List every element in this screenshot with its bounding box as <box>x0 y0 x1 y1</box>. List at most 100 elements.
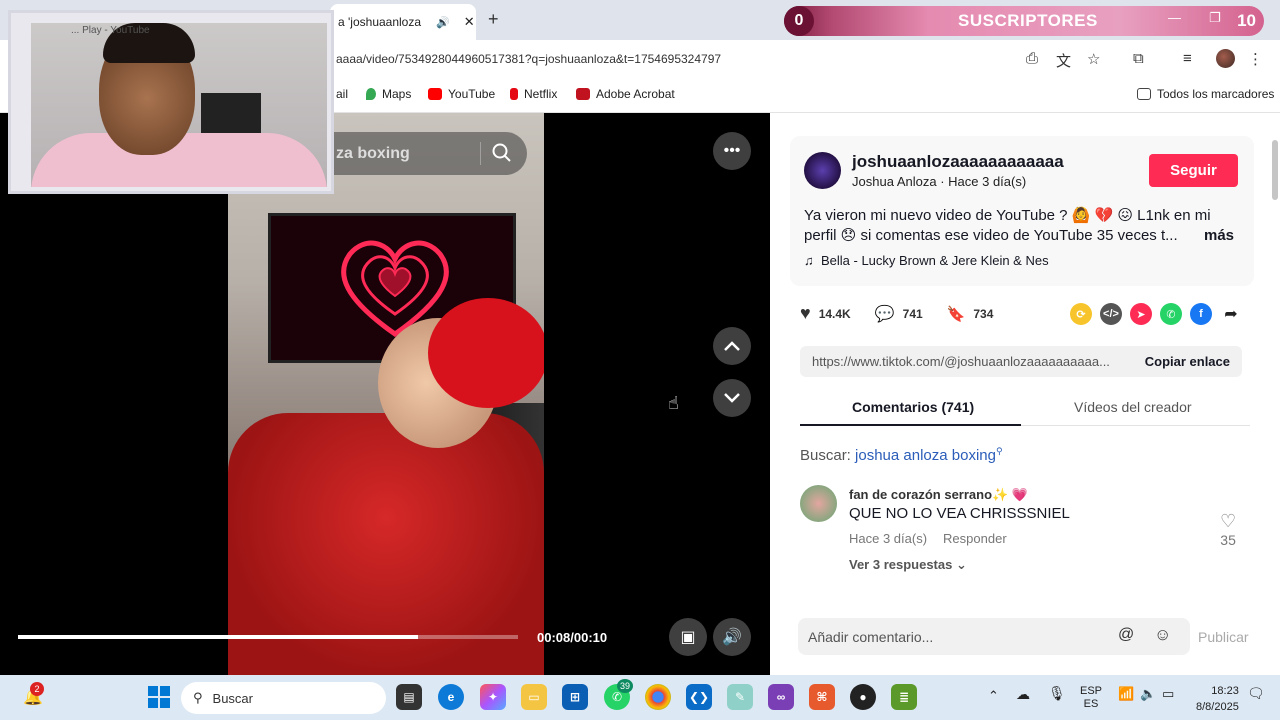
tools-icon[interactable]: ✎ <box>727 684 753 710</box>
language-indicator[interactable]: ESP ES <box>1080 685 1102 711</box>
reply-button[interactable]: Responder <box>943 531 1007 546</box>
minimize-icon[interactable]: — <box>1168 10 1181 25</box>
next-video-chevron-down-icon[interactable] <box>713 379 751 417</box>
tab-creator-videos[interactable]: Vídeos del creador <box>1074 399 1192 415</box>
picture-in-picture-icon[interactable]: ▣ <box>669 618 707 656</box>
music-info[interactable]: ♫ Bella - Lucky Brown & Jere Klein & Nes <box>804 253 1049 268</box>
windows-taskbar: 🔔 2 ⚲ Buscar ▤ e ✦ ▭ ⊞ ✆ 39 ❮❯ ✎ ∞ ⌘ ● ≣… <box>0 675 1280 720</box>
maps-icon <box>366 88 376 100</box>
suggested-search: Buscar: joshua anloza boxing⚲ <box>800 446 1003 464</box>
tab-comments[interactable]: Comentarios (741) <box>852 399 974 415</box>
whatsapp-icon[interactable]: ✆ <box>1160 303 1182 325</box>
mention-icon[interactable]: @ <box>1118 626 1134 644</box>
extensions-icon[interactable]: ⧉ <box>1133 50 1144 67</box>
comment-like[interactable]: ♡ 35 <box>1220 511 1236 548</box>
windows-start-icon[interactable] <box>146 684 172 710</box>
embed-icon[interactable]: </> <box>1100 303 1122 325</box>
install-icon[interactable]: ⎙ <box>1026 50 1038 67</box>
bookmark-label: Adobe Acrobat <box>596 87 675 101</box>
facebook-icon[interactable]: f <box>1190 303 1212 325</box>
translate-icon[interactable]: 文 <box>1056 50 1071 71</box>
save-action[interactable]: 🔖 734 <box>947 305 994 323</box>
commenter-avatar[interactable] <box>800 485 837 522</box>
bookmark-gmail[interactable]: ail <box>336 87 348 101</box>
search-icon: ⚲ <box>193 690 203 705</box>
volume-icon[interactable]: 🔊 <box>713 618 751 656</box>
speaker-icon[interactable]: 🔈 <box>1140 687 1156 700</box>
subscriber-counter-overlay: 0 SUSCRIPTORES 10 <box>784 6 1264 36</box>
bookmark-maps[interactable]: Maps <box>366 87 411 101</box>
share-link-url[interactable]: https://www.tiktok.com/@joshuaanlozaaaaa… <box>812 354 1117 369</box>
store-icon[interactable]: ⊞ <box>562 684 588 710</box>
active-tab-underline <box>800 424 1021 426</box>
speaker-icon[interactable]: 🔊 <box>436 16 450 29</box>
creator-username[interactable]: joshuaanloza​aaaaaaaaaaa <box>852 152 1064 172</box>
comment-input[interactable]: Añadir comentario... @ ☺ <box>798 618 1190 655</box>
copy-link-button[interactable]: Copiar enlace <box>1145 354 1230 369</box>
profile-avatar[interactable] <box>1216 49 1235 68</box>
all-bookmarks[interactable]: Todos los marcadores <box>1137 87 1274 101</box>
share-arrow-icon[interactable]: ➦ <box>1220 303 1242 325</box>
wifi-icon[interactable]: 📶 <box>1118 687 1134 700</box>
video-player[interactable]: za boxing ••• ☝ 00:08/00:10 ▣ 🔊 <box>0 113 770 675</box>
restore-icon[interactable]: ❐ <box>1209 10 1221 26</box>
bookmark-youtube[interactable]: YouTube <box>428 87 495 101</box>
notifications-icon[interactable]: 🗨 <box>1247 686 1265 700</box>
all-bookmarks-label: Todos los marcadores <box>1157 87 1275 101</box>
description-line-2: perfil 😞 si comentas ese video de YouTub… <box>804 227 1178 244</box>
bookmark-star-icon[interactable]: ☆ <box>1087 50 1100 68</box>
notification-badge: 2 <box>30 682 44 696</box>
more-button[interactable]: más <box>1204 226 1234 246</box>
subscriber-count-left: 0 <box>784 6 814 36</box>
media-control-icon[interactable]: ≡ <box>1183 50 1192 67</box>
vscode-icon[interactable]: ❮❯ <box>686 684 712 710</box>
stack-app-icon[interactable]: ≣ <box>891 684 917 710</box>
creator-subline: Joshua Anloza · Hace 3 día(s) <box>852 174 1027 189</box>
microphone-icon[interactable]: 🎙 <box>1048 686 1066 700</box>
visual-studio-icon[interactable]: ∞ <box>768 684 794 710</box>
creator-avatar[interactable] <box>804 152 841 189</box>
taskbar-clock[interactable]: 18:23 8/8/2025 <box>1196 683 1239 715</box>
comment-count: 741 <box>902 306 923 321</box>
save-count: 734 <box>973 306 994 321</box>
send-icon[interactable]: ➤ <box>1130 303 1152 325</box>
file-explorer-icon[interactable]: ▭ <box>521 684 547 710</box>
previous-video-chevron-up-icon[interactable] <box>713 327 751 365</box>
view-replies-button[interactable]: Ver 3 respuestas ⌄ <box>849 557 967 573</box>
music-note-icon: ♫ <box>804 253 814 268</box>
bookmark-netflix[interactable]: Netflix <box>510 87 557 101</box>
url-field[interactable]: aaaa/video/7534928044960517381?q=joshuaa… <box>336 52 721 66</box>
like-action[interactable]: ♥ 14.4K <box>800 303 851 324</box>
task-view-icon[interactable]: ▤ <box>396 684 422 710</box>
bookmark-adobe[interactable]: Adobe Acrobat <box>576 87 675 101</box>
copilot-icon[interactable]: ✦ <box>480 684 506 710</box>
app-icon[interactable]: ⌘ <box>809 684 835 710</box>
battery-icon[interactable]: ▭ <box>1162 687 1174 700</box>
comment-meta: Hace 3 día(s) Responder <box>849 531 1007 546</box>
share-icons: ⟳ </> ➤ ✆ f ➦ <box>1070 303 1242 325</box>
tab-active[interactable]: a 'joshuaanloza 🔊 ✕ <box>330 4 476 40</box>
taskbar-search[interactable]: ⚲ Buscar <box>181 682 386 714</box>
publish-button[interactable]: Publicar <box>1198 629 1249 645</box>
menu-icon[interactable]: ⋮ <box>1248 50 1263 68</box>
scrollbar-thumb[interactable] <box>1272 140 1278 200</box>
obs-icon[interactable]: ● <box>850 684 876 710</box>
follow-button[interactable]: Seguir <box>1149 154 1238 187</box>
search-icon[interactable] <box>492 143 512 163</box>
comment-action[interactable]: 💬 741 <box>875 304 923 324</box>
repost-icon[interactable]: ⟳ <box>1070 303 1092 325</box>
tray-chevron-up-icon[interactable]: ⌃ <box>988 689 999 702</box>
search-small-icon: ⚲ <box>995 446 1003 456</box>
more-options-icon[interactable]: ••• <box>713 132 751 170</box>
commenter-name[interactable]: fan de corazón serrano✨ 💗 <box>849 487 1028 503</box>
webcam-feed: ... Play - YouTube <box>31 23 327 187</box>
close-tab-icon[interactable]: ✕ <box>464 14 475 30</box>
video-progress-bar[interactable] <box>18 635 518 639</box>
edge-icon[interactable]: e <box>438 684 464 710</box>
chrome-icon[interactable] <box>645 684 671 710</box>
new-tab-icon[interactable]: + <box>488 9 499 30</box>
search-query-link[interactable]: joshua anloza boxing <box>855 447 996 464</box>
cloud-icon[interactable]: ☁ <box>1016 687 1030 701</box>
video-search-box[interactable]: za boxing <box>300 132 527 175</box>
emoji-icon[interactable]: ☺ <box>1154 625 1171 645</box>
